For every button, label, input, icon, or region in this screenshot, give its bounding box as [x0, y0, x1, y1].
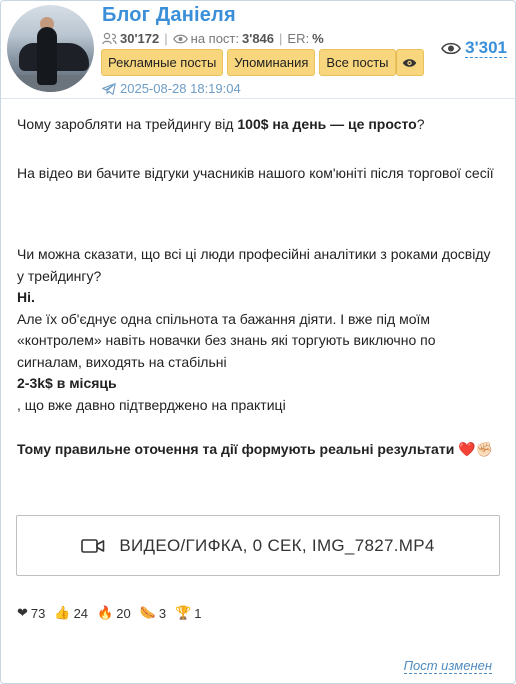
post-paragraph: Тому правильне оточення та дії формують … — [17, 439, 497, 461]
ads-posts-button[interactable]: Рекламные посты — [101, 49, 224, 76]
views-count: 3'301 — [465, 38, 507, 58]
reaction-count: 3 — [158, 605, 167, 621]
thumbs-up-icon: 👍 — [54, 605, 71, 620]
reaction-count: 73 — [30, 605, 46, 621]
channel-title[interactable]: Блог Даніеля — [102, 4, 236, 27]
hotdog-icon: 🌭 — [139, 605, 156, 620]
all-posts-preview-button[interactable] — [395, 49, 424, 76]
post-text-span: Чому заробляти на трейдингу від — [17, 116, 238, 132]
subscribers-icon — [102, 32, 117, 45]
post-paragraph: Але їх об'єднує одна спільнота та бажанн… — [17, 310, 436, 370]
post-text-bold: Тому правильне оточення та дії формують … — [17, 441, 455, 457]
eye-icon — [172, 34, 188, 44]
post-paragraph: Чи можна сказати, що всі ці люди професі… — [17, 246, 491, 284]
post-paragraph: На відео ви бачите відгуки учасників наш… — [17, 164, 494, 181]
video-attachment[interactable]: ВИДЕО/ГИФКА, 0 СЕК, IMG_7827.MP4 — [16, 515, 500, 576]
post-date-text: 2025-08-28 18:19:04 — [120, 81, 241, 96]
emoji: ❤️✊🏻 — [458, 441, 494, 457]
video-camera-icon — [81, 538, 105, 554]
reaction-trophy[interactable]: 🏆 1 — [175, 605, 201, 621]
eye-icon — [441, 42, 462, 55]
reaction-count: 24 — [73, 605, 89, 621]
channel-avatar[interactable] — [7, 5, 94, 92]
trophy-icon: 🏆 — [175, 605, 192, 620]
channel-stats: 30'172 | на пост: 3'846 | ER: % — [102, 31, 324, 46]
er-label: ER: — [287, 31, 310, 46]
reaction-thumbs-up[interactable]: 👍 24 — [54, 605, 88, 621]
all-posts-button[interactable]: Все посты — [319, 49, 396, 76]
per-post-value: 3'846 — [242, 31, 275, 46]
video-attachment-label: ВИДЕО/ГИФКА, 0 СЕК, IMG_7827.MP4 — [119, 535, 435, 555]
post-text: Чому заробляти на трейдингу від 100$ на … — [17, 114, 497, 461]
post-text-span: ? — [416, 116, 425, 132]
post-paragraph: , що вже давно підтверджено на практиці — [17, 396, 286, 413]
post-edited-link[interactable]: Пост изменен — [403, 658, 492, 674]
reactions-bar: ❤ 73 👍 24 🔥 20 🌭 3 🏆 1 — [17, 605, 202, 621]
subscribers-count: 30'172 — [120, 31, 160, 46]
reaction-count: 20 — [116, 605, 131, 621]
reaction-count: 1 — [194, 605, 202, 621]
post-text-bold: 100$ на день — це просто — [237, 116, 417, 132]
fire-icon: 🔥 — [97, 605, 114, 620]
eye-icon — [402, 58, 417, 68]
reaction-hotdog[interactable]: 🌭 3 — [140, 605, 166, 621]
post-date[interactable]: 2025-08-28 18:19:04 — [102, 81, 241, 96]
reaction-heart[interactable]: ❤ 73 — [17, 605, 45, 621]
reaction-fire[interactable]: 🔥 20 — [97, 605, 131, 621]
post-views[interactable]: 3'301 — [441, 39, 507, 58]
heart-icon: ❤ — [17, 605, 28, 620]
channel-filter-buttons: Рекламные посты Упоминания Все посты — [101, 49, 424, 76]
telegram-icon — [102, 82, 116, 95]
post-text-bold: Ні. — [17, 289, 35, 305]
channel-header: Блог Даніеля 30'172 | на пост: 3'846 | E… — [1, 1, 515, 99]
post-paragraph: Чому заробляти на трейдингу від 100$ на … — [17, 114, 497, 136]
er-value: % — [312, 31, 324, 46]
post-text-bold: 2-3k$ в місяць — [17, 375, 117, 391]
mentions-button[interactable]: Упоминания — [227, 49, 316, 76]
post-card: Блог Даніеля 30'172 | на пост: 3'846 | E… — [0, 0, 516, 684]
per-post-label: на пост: — [190, 31, 239, 46]
post-paragraph: 2-3k$ в місяць — [17, 373, 497, 395]
post-paragraph: Ні. — [17, 287, 497, 309]
